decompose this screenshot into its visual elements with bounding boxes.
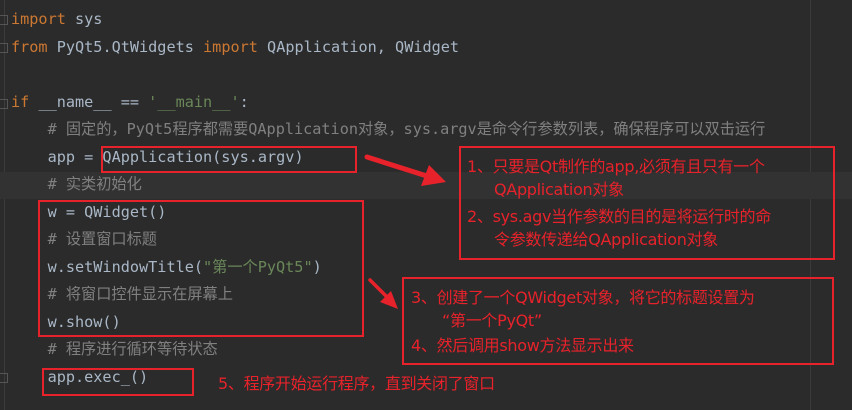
arrow-icon bbox=[368, 278, 398, 309]
arrows bbox=[364, 154, 446, 309]
arrow-icon bbox=[364, 154, 446, 186]
